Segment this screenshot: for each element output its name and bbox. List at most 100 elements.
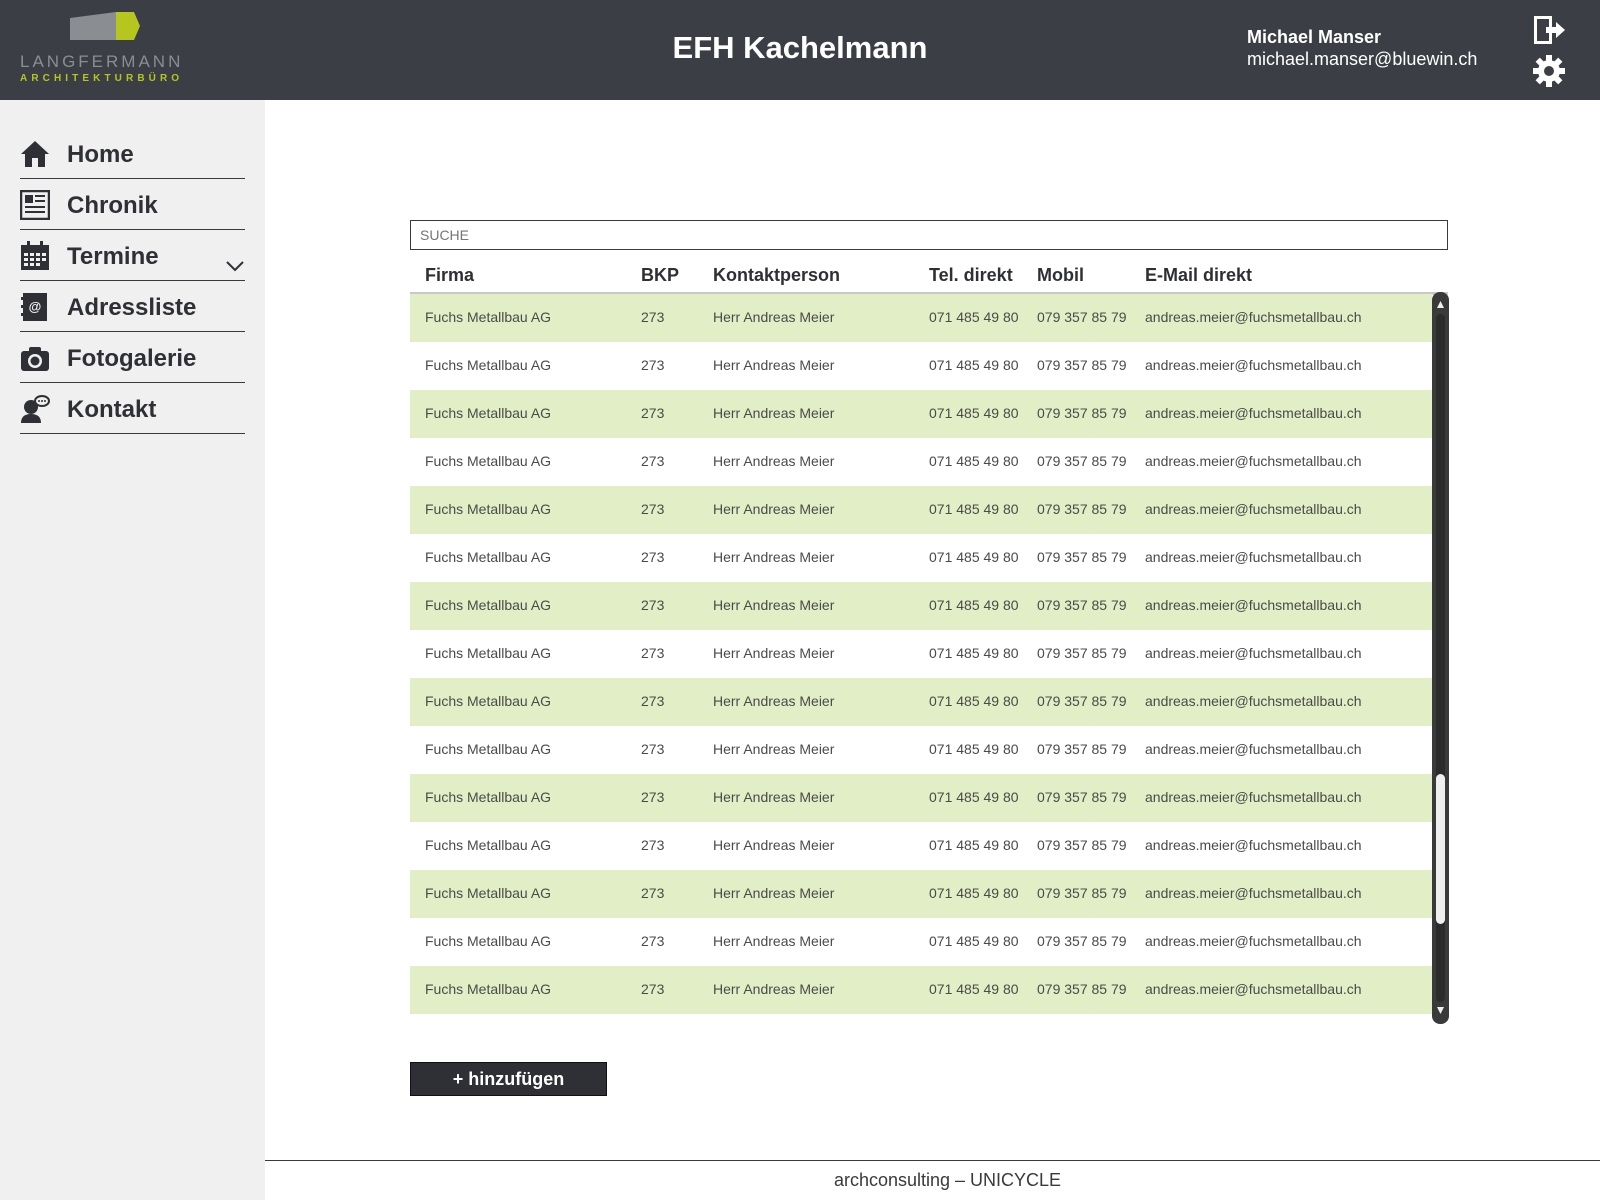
cell-firma: Fuchs Metallbau AG: [425, 837, 552, 853]
sidebar-item-chronik[interactable]: Chronik: [20, 181, 245, 230]
cell-bkp: 273: [641, 837, 665, 853]
cell-bkp: 273: [641, 501, 665, 517]
cell-tel-direkt: 071 485 49 80: [929, 933, 1019, 949]
cell-tel-direkt: 071 485 49 80: [929, 693, 1019, 709]
cell-firma: Fuchs Metallbau AG: [425, 309, 552, 325]
cell-bkp: 273: [641, 885, 665, 901]
column-header-firma[interactable]: Firma: [425, 265, 474, 286]
sidebar-item-fotogalerie[interactable]: Fotogalerie: [20, 334, 245, 383]
cell-email: andreas.meier@fuchsmetallbau.ch: [1145, 309, 1362, 325]
cell-kontaktperson: Herr Andreas Meier: [713, 837, 835, 853]
table-row[interactable]: Fuchs Metallbau AG 273 Herr Andreas Meie…: [410, 294, 1432, 342]
column-header-tel-direkt[interactable]: Tel. direkt: [929, 265, 1013, 286]
cell-mobil: 079 357 85 79: [1037, 501, 1127, 517]
company-logo[interactable]: LANGFERMANN ARCHITEKTURBÜRO: [20, 12, 195, 88]
cell-email: andreas.meier@fuchsmetallbau.ch: [1145, 453, 1362, 469]
table-row[interactable]: Fuchs Metallbau AG 273 Herr Andreas Meie…: [410, 774, 1432, 822]
cell-bkp: 273: [641, 741, 665, 757]
table-row[interactable]: Fuchs Metallbau AG 273 Herr Andreas Meie…: [410, 822, 1432, 870]
cell-email: andreas.meier@fuchsmetallbau.ch: [1145, 357, 1362, 373]
column-header-email-direkt[interactable]: E-Mail direkt: [1145, 265, 1252, 286]
cell-kontaktperson: Herr Andreas Meier: [713, 501, 835, 517]
cell-bkp: 273: [641, 453, 665, 469]
table-row[interactable]: Fuchs Metallbau AG 273 Herr Andreas Meie…: [410, 966, 1432, 1014]
cell-mobil: 079 357 85 79: [1037, 357, 1127, 373]
cell-bkp: 273: [641, 357, 665, 373]
cell-tel-direkt: 071 485 49 80: [929, 645, 1019, 661]
chevron-down-icon[interactable]: [225, 260, 245, 272]
column-header-kontaktperson[interactable]: Kontaktperson: [713, 265, 840, 286]
cell-mobil: 079 357 85 79: [1037, 405, 1127, 421]
table-row[interactable]: Fuchs Metallbau AG 273 Herr Andreas Meie…: [410, 870, 1432, 918]
cell-firma: Fuchs Metallbau AG: [425, 405, 552, 421]
table-row[interactable]: Fuchs Metallbau AG 273 Herr Andreas Meie…: [410, 438, 1432, 486]
cell-bkp: 273: [641, 789, 665, 805]
sidebar-item-adressliste[interactable]: @ Adressliste: [20, 283, 245, 332]
add-entry-button[interactable]: + hinzufügen: [410, 1062, 607, 1096]
cell-mobil: 079 357 85 79: [1037, 741, 1127, 757]
cell-kontaktperson: Herr Andreas Meier: [713, 405, 835, 421]
svg-text:@: @: [29, 299, 42, 314]
home-icon: [21, 141, 49, 167]
cell-kontaktperson: Herr Andreas Meier: [713, 357, 835, 373]
cell-firma: Fuchs Metallbau AG: [425, 789, 552, 805]
scroll-down-icon[interactable]: [1436, 1006, 1445, 1015]
cell-bkp: 273: [641, 981, 665, 997]
cell-tel-direkt: 071 485 49 80: [929, 453, 1019, 469]
sidebar-item-label: Termine: [67, 243, 159, 270]
table-row[interactable]: Fuchs Metallbau AG 273 Herr Andreas Meie…: [410, 678, 1432, 726]
sidebar-item-termine[interactable]: Termine: [20, 232, 245, 281]
cell-email: andreas.meier@fuchsmetallbau.ch: [1145, 837, 1362, 853]
cell-kontaktperson: Herr Andreas Meier: [713, 309, 835, 325]
user-email: michael.manser@bluewin.ch: [1247, 49, 1478, 69]
table-row[interactable]: Fuchs Metallbau AG 273 Herr Andreas Meie…: [410, 534, 1432, 582]
table-row[interactable]: Fuchs Metallbau AG 273 Herr Andreas Meie…: [410, 582, 1432, 630]
scroll-up-icon[interactable]: [1436, 300, 1445, 309]
column-header-bkp[interactable]: BKP: [641, 265, 679, 286]
cell-email: andreas.meier@fuchsmetallbau.ch: [1145, 549, 1362, 565]
cell-firma: Fuchs Metallbau AG: [425, 453, 552, 469]
cell-mobil: 079 357 85 79: [1037, 981, 1127, 997]
cell-bkp: 273: [641, 405, 665, 421]
table-row[interactable]: Fuchs Metallbau AG 273 Herr Andreas Meie…: [410, 486, 1432, 534]
cell-kontaktperson: Herr Andreas Meier: [713, 933, 835, 949]
column-header-mobil[interactable]: Mobil: [1037, 265, 1084, 286]
project-title: EFH Kachelmann: [672, 30, 928, 65]
cell-firma: Fuchs Metallbau AG: [425, 501, 552, 517]
cell-email: andreas.meier@fuchsmetallbau.ch: [1145, 741, 1362, 757]
cell-mobil: 079 357 85 79: [1037, 789, 1127, 805]
cell-email: andreas.meier@fuchsmetallbau.ch: [1145, 501, 1362, 517]
table-row[interactable]: Fuchs Metallbau AG 273 Herr Andreas Meie…: [410, 726, 1432, 774]
cell-mobil: 079 357 85 79: [1037, 693, 1127, 709]
logout-icon[interactable]: [1532, 14, 1566, 46]
cell-mobil: 079 357 85 79: [1037, 597, 1127, 613]
table-row[interactable]: Fuchs Metallbau AG 273 Herr Andreas Meie…: [410, 390, 1432, 438]
table-row[interactable]: Fuchs Metallbau AG 273 Herr Andreas Meie…: [410, 630, 1432, 678]
table-scrollbar[interactable]: [1432, 292, 1449, 1024]
cell-firma: Fuchs Metallbau AG: [425, 645, 552, 661]
cell-mobil: 079 357 85 79: [1037, 309, 1127, 325]
cell-kontaktperson: Herr Andreas Meier: [713, 645, 835, 661]
search-input[interactable]: [410, 220, 1448, 250]
table-row[interactable]: Fuchs Metallbau AG 273 Herr Andreas Meie…: [410, 342, 1432, 390]
address-table-body: Fuchs Metallbau AG 273 Herr Andreas Meie…: [410, 294, 1432, 1024]
sidebar-item-home[interactable]: Home: [20, 130, 245, 179]
camera-icon: [21, 347, 49, 371]
cell-bkp: 273: [641, 309, 665, 325]
sidebar-item-label: Chronik: [67, 192, 158, 219]
cell-firma: Fuchs Metallbau AG: [425, 885, 552, 901]
table-row[interactable]: Fuchs Metallbau AG 273 Herr Andreas Meie…: [410, 918, 1432, 966]
app-header: LANGFERMANN ARCHITEKTURBÜRO EFH Kachelma…: [0, 0, 1600, 100]
cell-firma: Fuchs Metallbau AG: [425, 357, 552, 373]
cell-bkp: 273: [641, 549, 665, 565]
cell-email: andreas.meier@fuchsmetallbau.ch: [1145, 693, 1362, 709]
cell-kontaktperson: Herr Andreas Meier: [713, 597, 835, 613]
scroll-thumb[interactable]: [1436, 774, 1445, 924]
sidebar-item-label: Fotogalerie: [67, 345, 197, 372]
gear-icon[interactable]: [1532, 54, 1566, 88]
sidebar-item-kontakt[interactable]: Kontakt: [20, 385, 245, 434]
logo-subtitle: ARCHITEKTURBÜRO: [20, 73, 184, 84]
table-header: Firma BKP Kontaktperson Tel. direkt Mobi…: [410, 256, 1448, 295]
cell-kontaktperson: Herr Andreas Meier: [713, 885, 835, 901]
sidebar-item-label: Kontakt: [67, 396, 157, 423]
